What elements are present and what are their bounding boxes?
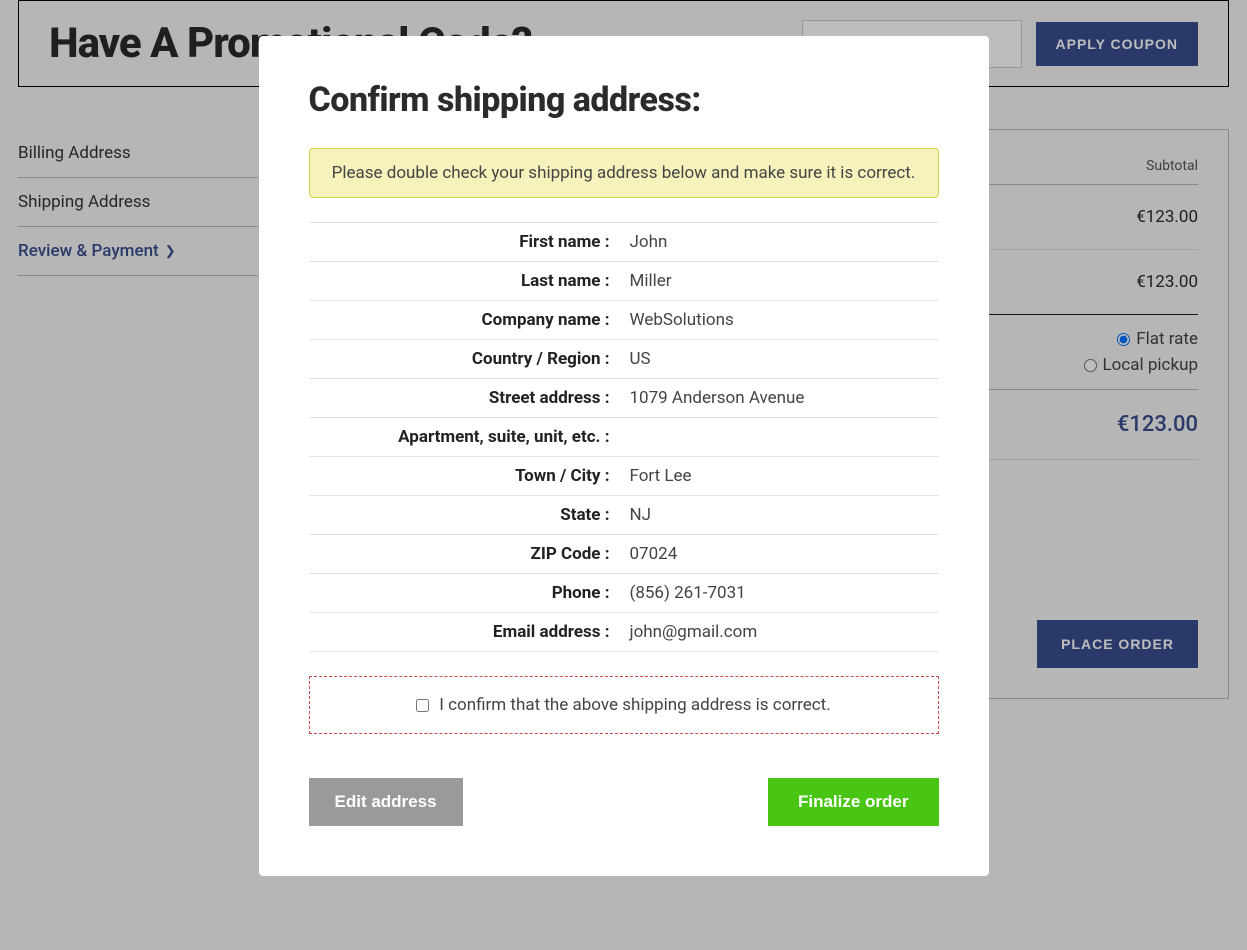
field-zip-code: ZIP Code : 07024 (309, 534, 939, 573)
field-apartment: Apartment, suite, unit, etc. : (309, 417, 939, 456)
shipping-fields: First name : John Last name : Miller Com… (309, 222, 939, 652)
field-phone: Phone : (856) 261-7031 (309, 573, 939, 612)
modal-title: Confirm shipping address: (309, 80, 939, 120)
field-state: State : NJ (309, 495, 939, 534)
modal-alert: Please double check your shipping addres… (309, 148, 939, 198)
field-street-address: Street address : 1079 Anderson Avenue (309, 378, 939, 417)
edit-address-button[interactable]: Edit address (309, 778, 463, 826)
confirm-address-box: I confirm that the above shipping addres… (309, 676, 939, 734)
field-company-name: Company name : WebSolutions (309, 300, 939, 339)
finalize-order-button[interactable]: Finalize order (768, 778, 939, 826)
confirm-address-label: I confirm that the above shipping addres… (439, 695, 830, 715)
field-last-name: Last name : Miller (309, 261, 939, 300)
field-email-address: Email address : john@gmail.com (309, 612, 939, 652)
confirm-address-checkbox[interactable] (416, 699, 429, 712)
field-country-region: Country / Region : US (309, 339, 939, 378)
confirm-shipping-modal: Confirm shipping address: Please double … (259, 36, 989, 876)
field-town-city: Town / City : Fort Lee (309, 456, 939, 495)
field-first-name: First name : John (309, 222, 939, 261)
